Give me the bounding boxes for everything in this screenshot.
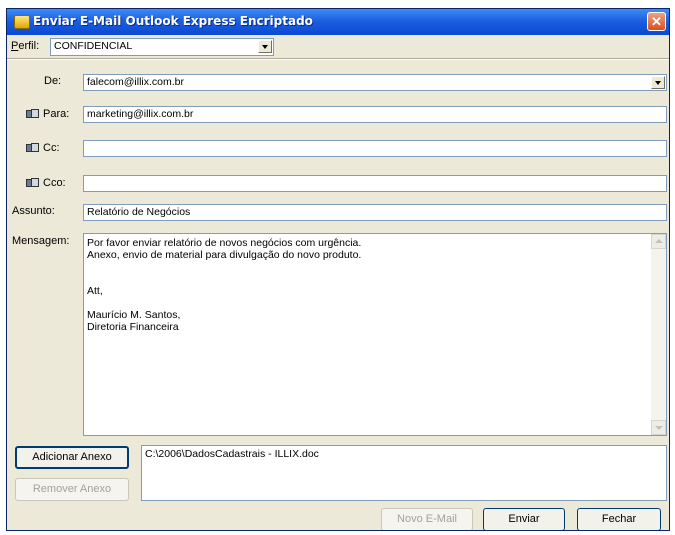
message-body: Por favor enviar relatório de novos negó… [87,237,361,333]
attachment-item[interactable]: C:\2006\DadosCadastrais - ILLIX.doc [145,448,319,460]
message-line [87,297,361,309]
email-dialog-window: Enviar E-Mail Outlook Express Encriptado… [6,8,670,531]
remove-attachment-label: Remover Anexo [32,483,112,495]
cc-field[interactable] [83,140,667,157]
app-icon [14,15,30,29]
bcc-field[interactable] [83,175,667,192]
cc-label[interactable]: Cc: [43,142,60,154]
address-book-icon[interactable] [26,143,39,153]
from-label: De: [44,75,62,87]
remove-attachment-button[interactable]: Remover Anexo [15,478,129,501]
subject-field[interactable]: Relatório de Negócios [83,204,667,221]
close-window-button[interactable]: ✕ [647,12,666,31]
message-line: Anexo, envio de material para divulgação… [87,249,362,261]
window-title: Enviar E-Mail Outlook Express Encriptado [33,14,313,28]
send-button[interactable]: Enviar [483,508,565,530]
to-label[interactable]: Para: [43,108,69,120]
close-label: Fechar [601,513,637,525]
divider-highlight [7,59,669,60]
send-label: Enviar [508,513,540,525]
from-dropdown-icon[interactable] [651,76,665,89]
subject-label: Assunto: [12,205,55,217]
new-email-button[interactable]: Novo E-Mail [381,508,473,530]
new-email-label: Novo E-Mail [397,513,457,525]
message-line [87,273,361,285]
profile-select[interactable]: CONFIDENCIAL [50,38,274,56]
message-line: Att, [87,285,103,297]
to-field[interactable]: marketing@illix.com.br [83,106,667,123]
title-bar[interactable]: Enviar E-Mail Outlook Express Encriptado… [7,9,669,35]
message-line [87,261,361,273]
message-label: Mensagem: [12,235,70,247]
to-value: marketing@illix.com.br [87,108,194,120]
add-attachment-label: Adicionar Anexo [32,451,112,463]
message-scrollbar[interactable] [651,234,666,435]
address-book-icon[interactable] [26,178,39,188]
attachments-list[interactable]: C:\2006\DadosCadastrais - ILLIX.doc [141,445,667,501]
scroll-down-icon[interactable] [651,420,666,435]
subject-value: Relatório de Negócios [87,206,191,218]
message-line: Maurício M. Santos, [87,309,181,321]
add-attachment-button[interactable]: Adicionar Anexo [15,446,129,469]
message-line: Diretoria Financeira [87,321,179,333]
from-value: falecom@illix.com.br [87,76,185,88]
message-textarea[interactable]: Por favor enviar relatório de novos negó… [83,233,667,436]
close-button[interactable]: Fechar [577,508,661,530]
from-select[interactable]: falecom@illix.com.br [83,74,667,91]
bcc-label[interactable]: Cco: [43,177,66,189]
scroll-up-icon[interactable] [651,234,666,249]
profile-value: CONFIDENCIAL [54,40,133,52]
address-book-icon[interactable] [26,109,39,119]
message-line: Por favor enviar relatório de novos negó… [87,237,362,249]
profile-dropdown-icon[interactable] [258,40,272,53]
profile-label: Perfil: [11,40,40,52]
